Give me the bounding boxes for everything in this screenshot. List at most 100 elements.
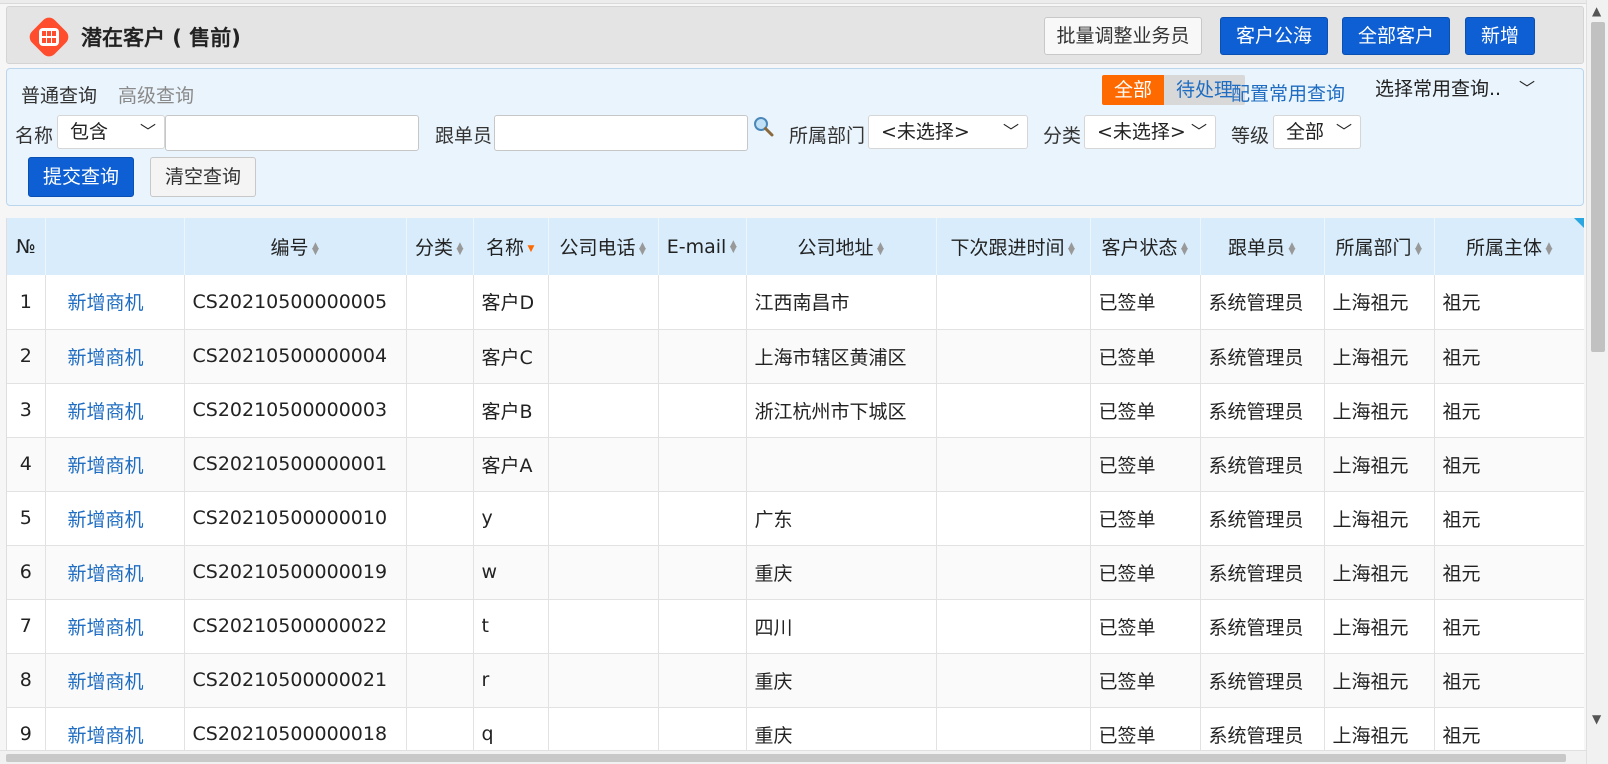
customer-name: 客户B [473,383,549,438]
customer-category [406,599,474,654]
add-opportunity-link[interactable]: 新增商机 [45,491,185,546]
customer-name: r [473,653,549,708]
column-header-status[interactable]: 客户状态 ▲ ▼ [1090,218,1201,275]
column-header-no: № [7,218,46,275]
customer-name: y [473,491,549,546]
name-operator-select[interactable]: 包含 ﹀ [57,115,165,149]
clear-query-button[interactable]: 清空查询 [150,157,256,197]
column-header-next-followup[interactable]: 下次跟进时间 ▲ ▼ [936,218,1091,275]
query-panel: 普通查询 高级查询 全部 待处理 配置常用查询 选择常用查询.. ﹀ 名称 包含… [6,68,1584,206]
department: 上海祖元 [1324,653,1435,708]
horizontal-scrollbar[interactable] [0,750,1586,764]
name-operator-value: 包含 [70,121,109,143]
owner-name: 系统管理员 [1200,491,1325,546]
entity: 祖元 [1434,437,1584,492]
add-opportunity-link[interactable]: 新增商机 [45,329,185,384]
level-select[interactable]: 全部 ﹀ [1273,115,1361,149]
tab-normal-query[interactable]: 普通查询 [21,81,97,108]
search-icon[interactable] [752,115,774,137]
add-opportunity-link[interactable]: 新增商机 [45,545,185,600]
chevron-down-icon: ﹀ [1335,122,1352,141]
department: 上海祖元 [1324,545,1435,600]
name-label: 名称 [15,125,54,147]
dept-select[interactable]: <未选择> ﹀ [868,115,1028,149]
column-header-name[interactable]: 名称 ▼ [473,218,549,275]
table-row[interactable]: 1 新增商机 CS20210500000005 客户D 江西南昌市 已签单 系统管理员 上海祖… [7,275,1584,330]
add-opportunity-link[interactable]: 新增商机 [45,437,185,492]
company-email [658,491,747,546]
vertical-scroll-thumb[interactable] [1591,22,1605,352]
table-row[interactable]: 5 新增商机 CS20210500000010 y 广东 已签单 系统管理员 上海祖元 祖元 [7,491,1584,546]
customer-status: 已签单 [1090,383,1201,438]
company-phone [548,383,659,438]
table-row[interactable]: 4 新增商机 CS20210500000001 客户A 已签单 系统管理员 上海祖元 祖元 [7,437,1584,492]
sort-icon: ▲ ▼ [1288,240,1296,257]
next-followup-time [936,275,1091,330]
batch-adjust-button[interactable]: 批量调整业务员 [1044,17,1202,55]
dept-label: 所属部门 [789,125,866,147]
common-query-select[interactable]: 选择常用查询.. ﹀ [1363,73,1543,107]
company-email [658,545,747,600]
column-header-dept[interactable]: 所属部门 ▲ ▼ [1324,218,1435,275]
owner-input[interactable] [494,115,748,151]
table-row[interactable]: 2 新增商机 CS20210500000004 客户C 上海市辖区黄浦区 已签单 系统管理员… [7,329,1584,384]
customer-status: 已签单 [1090,275,1201,330]
category-select[interactable]: <未选择> ﹀ [1084,115,1216,149]
horizontal-scroll-thumb[interactable] [6,754,1566,762]
column-header-entity[interactable]: 所属主体 ▲ ▼ [1434,218,1584,275]
level-label: 等级 [1231,125,1270,147]
next-followup-time [936,329,1091,384]
category-label: 分类 [1043,125,1082,147]
column-header-category[interactable]: 分类 ▲ ▼ [406,218,474,275]
add-opportunity-link[interactable]: 新增商机 [45,275,185,330]
table-row[interactable]: 8 新增商机 CS20210500000021 r 重庆 已签单 系统管理员 上海祖元 祖元 [7,653,1584,708]
customer-code: CS20210500000010 [184,491,407,546]
config-common-query-link[interactable]: 配置常用查询 [1231,79,1345,106]
add-new-button[interactable]: 新增 [1465,17,1535,55]
department: 上海祖元 [1324,599,1435,654]
company-address: 四川 [746,599,937,654]
column-header-code[interactable]: 编号 ▲ ▼ [184,218,407,275]
table-row[interactable]: 3 新增商机 CS20210500000003 客户B 浙江杭州市下城区 已签单 系统管理员… [7,383,1584,438]
customer-category [406,329,474,384]
public-pool-button[interactable]: 客户公海 [1220,17,1328,55]
sort-icon: ▲ ▼ [639,240,646,257]
table-row[interactable]: 6 新增商机 CS20210500000019 w 重庆 已签单 系统管理员 上海祖元 祖元 [7,545,1584,600]
add-opportunity-link[interactable]: 新增商机 [45,653,185,708]
company-email [658,275,747,330]
tab-advanced-query[interactable]: 高级查询 [118,81,194,108]
chevron-down-icon: ﹀ [1518,79,1535,98]
toggle-all[interactable]: 全部 [1102,75,1165,105]
company-address: 浙江杭州市下城区 [746,383,937,438]
vertical-scrollbar[interactable]: ▲ ▼ [1586,0,1608,764]
submit-query-button[interactable]: 提交查询 [28,157,134,197]
sort-icon: ▲ ▼ [1545,240,1553,257]
customer-category [406,653,474,708]
customer-status: 已签单 [1090,329,1201,384]
column-header-email[interactable]: E-mail ▲ ▼ [658,218,747,275]
customer-status: 已签单 [1090,599,1201,654]
corner-indicator-icon [1574,218,1584,228]
table-row[interactable]: 7 新增商机 CS20210500000022 t 四川 已签单 系统管理员 上海祖元 祖元 [7,599,1584,654]
department: 上海祖元 [1324,275,1435,330]
sort-icon: ▲ ▼ [1068,240,1075,257]
column-header-address[interactable]: 公司地址 ▲ ▼ [746,218,937,275]
owner-name: 系统管理员 [1200,329,1325,384]
add-opportunity-link[interactable]: 新增商机 [45,383,185,438]
company-address: 江西南昌市 [746,275,937,330]
owner-name: 系统管理员 [1200,383,1325,438]
row-number: 6 [7,545,46,600]
page: 潜在客户 ( 售前) 批量调整业务员 客户公海 全部客户 新增 普通查询 高级查… [0,0,1586,764]
customer-code: CS20210500000001 [184,437,407,492]
column-header-owner[interactable]: 跟单员 ▲ ▼ [1200,218,1325,275]
name-input[interactable] [165,115,419,151]
scroll-down-icon[interactable]: ▼ [1592,712,1601,726]
scroll-up-icon[interactable]: ▲ [1592,4,1601,18]
customer-status: 已签单 [1090,437,1201,492]
sort-icon: ▲ ▼ [1181,240,1188,257]
next-followup-time [936,653,1091,708]
column-header-phone[interactable]: 公司电话 ▲ ▼ [548,218,659,275]
row-number: 1 [7,275,46,330]
add-opportunity-link[interactable]: 新增商机 [45,599,185,654]
all-customers-button[interactable]: 全部客户 [1342,17,1450,55]
